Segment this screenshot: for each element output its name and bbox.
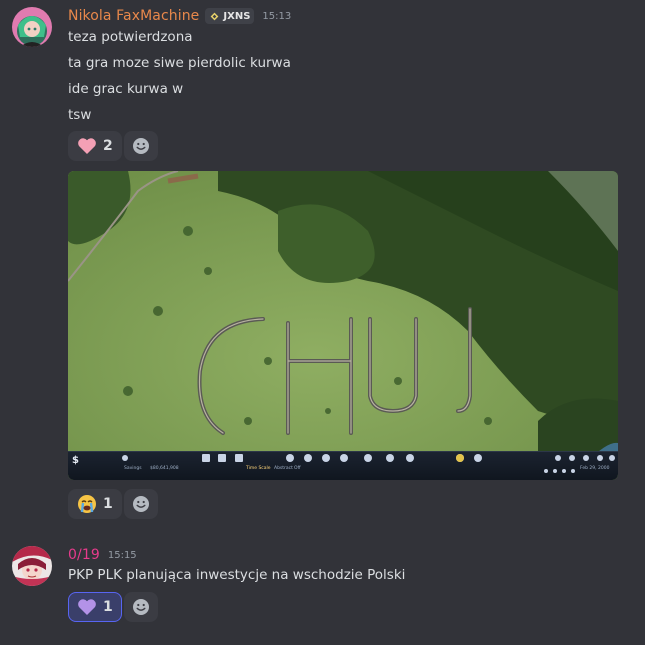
- stats-icon: [202, 454, 210, 462]
- settings-icon: [609, 455, 615, 461]
- tool-icon: [555, 455, 561, 461]
- depot-icon: [322, 454, 330, 462]
- industry-icon: [406, 454, 414, 462]
- speed-icon: [553, 469, 557, 473]
- layers-icon: [235, 454, 243, 462]
- avatar-image: [12, 7, 52, 47]
- image-attachment[interactable]: $ Savings $80,641,908 Time Scale Abstrac…: [68, 171, 618, 480]
- map-icon: [218, 454, 226, 462]
- reaction-loudly-crying-face[interactable]: 1: [68, 489, 122, 519]
- game-toolbar: $ Savings $80,641,908 Time Scale Abstrac…: [68, 451, 618, 480]
- message-line: teza potwierdzona: [68, 29, 193, 45]
- toolbar-icons: [122, 454, 615, 473]
- smiley-icon: [133, 599, 149, 615]
- timestamp: 15:15: [107, 549, 137, 561]
- town-icon: [386, 454, 394, 462]
- speed-icon: [571, 469, 575, 473]
- message-line: ta gra moze siwe pierdolic kurwa: [68, 55, 291, 71]
- username[interactable]: 0/19: [68, 547, 100, 563]
- message-line: PKP PLK planująca inwestycje na wschodzi…: [68, 567, 406, 583]
- avatar[interactable]: [12, 546, 52, 586]
- message-header: Nikola FaxMachine JXNS 15:13: [68, 6, 291, 26]
- pink-heart-icon: [78, 138, 96, 154]
- clan-tag[interactable]: JXNS: [205, 8, 255, 24]
- add-reaction-button[interactable]: [124, 131, 158, 161]
- tool-icon: [583, 455, 589, 461]
- clan-tag-label: JXNS: [223, 10, 251, 22]
- message-header: 0/19 15:15: [68, 545, 137, 565]
- reaction-count: 1: [103, 496, 113, 512]
- station-icon: [340, 454, 348, 462]
- build-icon: [286, 454, 294, 462]
- tool-icon: [597, 455, 603, 461]
- diamond-icon: [211, 12, 219, 20]
- loudly-crying-face-icon: [78, 495, 96, 513]
- username[interactable]: Nikola FaxMachine: [68, 8, 199, 24]
- speed-icon: [562, 469, 566, 473]
- bulldoze-icon: [474, 454, 482, 462]
- reaction-purple-heart[interactable]: 1: [68, 592, 122, 622]
- tool-icon: [569, 455, 575, 461]
- message-line: tsw: [68, 107, 92, 123]
- vehicle-icon: [304, 454, 312, 462]
- help-icon: [122, 455, 128, 461]
- message-line: ide grac kurwa w: [68, 81, 184, 97]
- timestamp: 15:13: [262, 10, 292, 22]
- add-reaction-button[interactable]: [124, 592, 158, 622]
- smiley-icon: [133, 496, 149, 512]
- avatar[interactable]: [12, 7, 52, 47]
- purple-heart-icon: [78, 599, 96, 615]
- smiley-icon: [133, 138, 149, 154]
- reaction-count: 1: [103, 599, 113, 615]
- add-reaction-button[interactable]: [124, 489, 158, 519]
- reaction-pink-heart[interactable]: 2: [68, 131, 122, 161]
- signal-icon: [364, 454, 372, 462]
- game-map-image: [68, 171, 618, 480]
- speed-icon: [544, 469, 548, 473]
- reaction-count: 2: [103, 138, 113, 154]
- avatar-image: [12, 546, 52, 586]
